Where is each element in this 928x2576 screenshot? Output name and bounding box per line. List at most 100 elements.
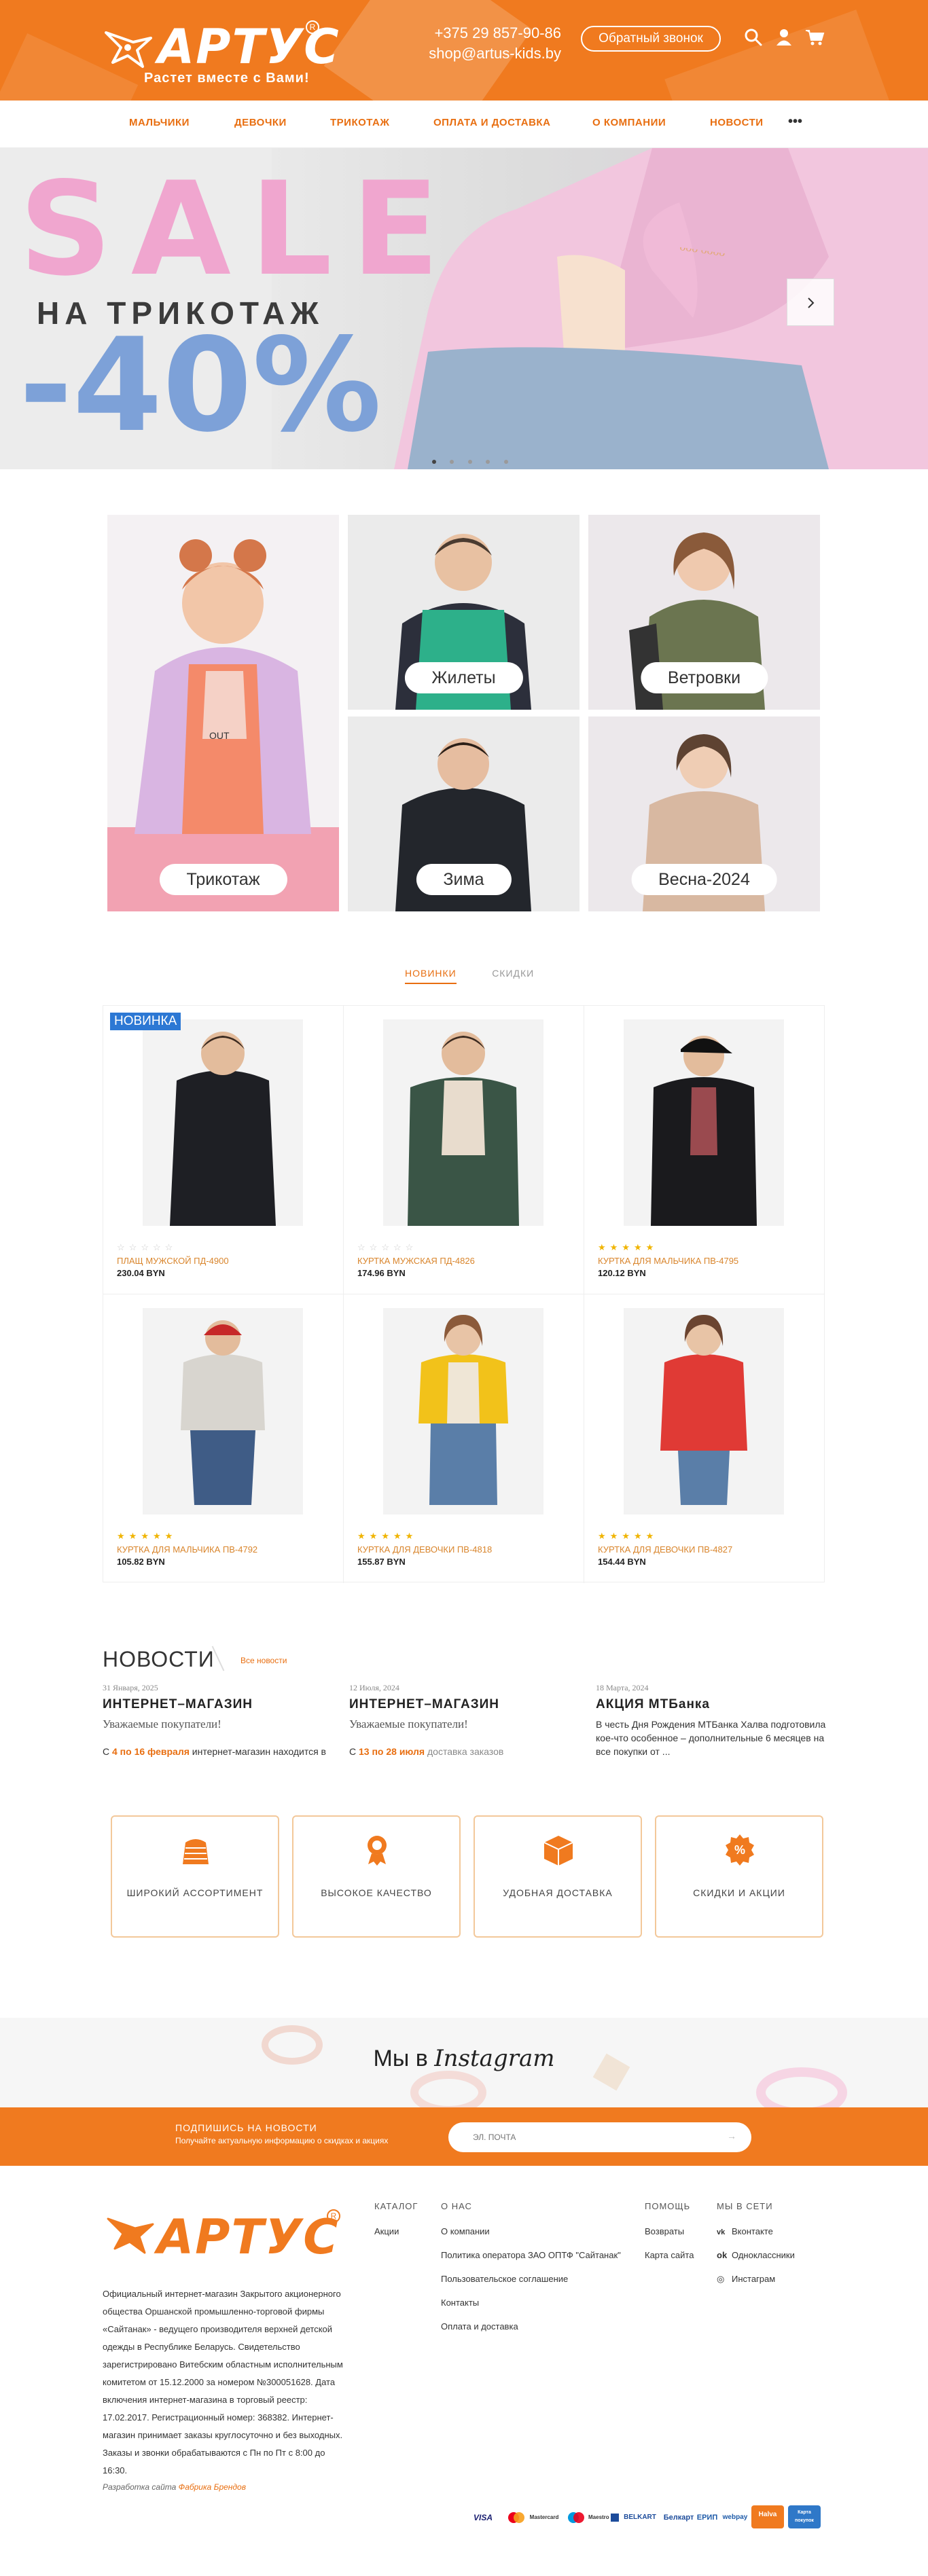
- product-price: 155.87 BYN: [357, 1557, 406, 1567]
- all-news-link[interactable]: Все новости: [240, 1656, 287, 1665]
- feature-label: УДОБНАЯ ДОСТАВКА: [503, 1887, 613, 1898]
- star-icon: ☆: [117, 1242, 129, 1252]
- star-icon: ★: [622, 1242, 634, 1252]
- star-icon: ★: [645, 1531, 658, 1541]
- footer-logo[interactable]: АРТУС R: [103, 2207, 347, 2274]
- product-card[interactable]: ★★★★★ КУРТКА ДЛЯ ДЕВОЧКИ ПВ-4827 154.44 …: [584, 1294, 825, 1583]
- star-icon: ★: [393, 1531, 406, 1541]
- product-image[interactable]: [624, 1308, 784, 1514]
- slider-dots: [427, 455, 514, 467]
- erip-logo: ЕРИП: [696, 2514, 718, 2522]
- logo-slogan: Растет вместе с Вами!: [144, 71, 310, 86]
- vk-icon: vk: [717, 2228, 726, 2236]
- footer-link[interactable]: Оплата и доставка: [441, 2321, 621, 2332]
- product-name[interactable]: КУРТКА ДЛЯ МАЛЬЧИКА ПВ-4792: [117, 1544, 257, 1555]
- nav-item-knitwear[interactable]: ТРИКОТАЖ: [330, 117, 389, 128]
- product-image[interactable]: [624, 1019, 784, 1226]
- product-card[interactable]: НОВИНКА ☆☆☆☆☆ ПЛАЩ МУЖСКОЙ ПД-4900 230.0…: [103, 1006, 344, 1294]
- footer-link[interactable]: Пользовательское соглашение: [441, 2274, 621, 2284]
- subscribe-submit-icon[interactable]: →: [727, 2130, 736, 2141]
- social-link-vk[interactable]: vk Вконтакте: [717, 2226, 795, 2236]
- social-link-instagram[interactable]: ◎ Инстаграм: [717, 2274, 795, 2285]
- product-name[interactable]: КУРТКА ДЛЯ МАЛЬЧИКА ПВ-4795: [598, 1256, 738, 1266]
- category-card-vests[interactable]: Жилеты: [348, 515, 579, 710]
- instagram-section[interactable]: Мы в Instagram: [0, 2018, 928, 2107]
- news-item[interactable]: 12 Июля, 2024 ИНТЕРНЕТ–МАГАЗИН Уважаемые…: [349, 1683, 577, 1758]
- box-icon: [543, 1836, 573, 1866]
- nav-item-payment-delivery[interactable]: ОПЛАТА И ДОСТАВКА: [433, 117, 550, 128]
- cart-icon[interactable]: [804, 27, 825, 48]
- product-name[interactable]: ПЛАЩ МУЖСКОЙ ПД-4900: [117, 1256, 229, 1266]
- news-date: 12 Июля, 2024: [349, 1683, 399, 1692]
- more-menu-icon[interactable]: •••: [788, 115, 802, 128]
- category-card-knitwear[interactable]: OUT Трикотаж: [107, 515, 339, 911]
- footer-link[interactable]: О компании: [441, 2226, 621, 2236]
- product-image[interactable]: [143, 1308, 303, 1514]
- chevron-right-icon: [808, 297, 815, 308]
- product-image[interactable]: [383, 1019, 543, 1226]
- nav-item-company[interactable]: О КОМПАНИИ: [592, 117, 666, 128]
- star-icon: ★: [357, 1531, 370, 1541]
- social-link-ok[interactable]: ok Одноклассники: [717, 2250, 795, 2260]
- feature-label: ВЫСОКОЕ КАЧЕСТВО: [321, 1887, 432, 1898]
- feature-card-discounts: % СКИДКИ И АКЦИИ: [655, 1815, 823, 1938]
- product-name[interactable]: КУРТКА ДЛЯ ДЕВОЧКИ ПВ-4818: [357, 1544, 492, 1555]
- slider-dot[interactable]: [486, 460, 490, 464]
- slider-next-button[interactable]: [787, 278, 834, 326]
- category-card-winter[interactable]: Зима: [348, 716, 579, 911]
- site-logo[interactable]: АРТУС R Растет вместе с Вами!: [103, 16, 339, 91]
- slider-dot[interactable]: [467, 460, 472, 464]
- product-tabs: НОВИНКИ СКИДКИ: [405, 968, 567, 984]
- star-icon: ☆: [152, 1242, 165, 1252]
- tab-new[interactable]: НОВИНКИ: [405, 968, 457, 984]
- product-price: 174.96 BYN: [357, 1268, 406, 1278]
- product-price: 105.82 BYN: [117, 1557, 165, 1567]
- category-card-windbreakers[interactable]: Ветровки: [588, 515, 820, 710]
- footer-link[interactable]: Акции: [374, 2226, 418, 2236]
- hero-discount: -40%: [19, 310, 382, 460]
- category-card-spring-2024[interactable]: Весна-2024: [588, 716, 820, 911]
- developer-link[interactable]: Фабрика Брендов: [179, 2482, 246, 2492]
- news-headline[interactable]: АКЦИЯ МТБанка: [596, 1697, 827, 1712]
- product-card[interactable]: ★★★★★ КУРТКА ДЛЯ ДЕВОЧКИ ПВ-4818 155.87 …: [344, 1294, 584, 1583]
- footer-link[interactable]: Карта сайта: [645, 2250, 694, 2260]
- nav-item-boys[interactable]: МАЛЬЧИКИ: [129, 117, 190, 128]
- news-item[interactable]: 18 Марта, 2024 АКЦИЯ МТБанка В честь Дня…: [596, 1683, 827, 1758]
- email-link[interactable]: shop@artus-kids.by: [418, 43, 561, 64]
- maestro-logo: [564, 2508, 588, 2527]
- product-card[interactable]: ★★★★★ КУРТКА ДЛЯ МАЛЬЧИКА ПВ-4795 120.12…: [584, 1006, 825, 1294]
- tab-sale[interactable]: СКИДКИ: [492, 968, 534, 983]
- news-item[interactable]: 31 Января, 2025 ИНТЕРНЕТ–МАГАЗИН Уважаем…: [103, 1683, 330, 1758]
- star-icon: ★: [381, 1531, 393, 1541]
- slider-dot[interactable]: [503, 460, 508, 464]
- slider-dot[interactable]: [432, 460, 436, 464]
- footer-link[interactable]: Контакты: [441, 2298, 621, 2308]
- footer-link[interactable]: Возвраты: [645, 2226, 694, 2236]
- callback-button[interactable]: Обратный звонок: [581, 26, 721, 52]
- user-icon[interactable]: [774, 27, 794, 48]
- news-text: В честь Дня Рождения МТБанка Халва подго…: [596, 1719, 826, 1757]
- search-icon[interactable]: [743, 27, 764, 48]
- nav-item-news[interactable]: НОВОСТИ: [710, 117, 764, 128]
- product-price: 230.04 BYN: [117, 1268, 165, 1278]
- news-headline[interactable]: ИНТЕРНЕТ–МАГАЗИН: [349, 1697, 577, 1712]
- footer-description: Официальный интернет-магазин Закрытого а…: [103, 2289, 343, 2475]
- email-input[interactable]: [448, 2122, 751, 2152]
- news-headline[interactable]: ИНТЕРНЕТ–МАГАЗИН: [103, 1697, 330, 1712]
- feature-card-delivery: УДОБНАЯ ДОСТАВКА: [474, 1815, 642, 1938]
- star-icon: ☆: [405, 1242, 418, 1252]
- product-card[interactable]: ★★★★★ КУРТКА ДЛЯ МАЛЬЧИКА ПВ-4792 105.82…: [103, 1294, 344, 1583]
- product-name[interactable]: КУРТКА ДЛЯ ДЕВОЧКИ ПВ-4827: [598, 1544, 732, 1555]
- news-date: 31 Января, 2025: [103, 1683, 158, 1692]
- slider-dot[interactable]: [450, 460, 454, 464]
- product-card[interactable]: ☆☆☆☆☆ КУРТКА МУЖСКАЯ ПД-4826 174.96 BYN: [344, 1006, 584, 1294]
- phone-link[interactable]: +375 29 857-90-86: [418, 23, 561, 43]
- product-name[interactable]: КУРТКА МУЖСКАЯ ПД-4826: [357, 1256, 475, 1266]
- rating-stars: ★★★★★: [357, 1531, 417, 1542]
- nav-item-girls[interactable]: ДЕВОЧКИ: [234, 117, 287, 128]
- product-image[interactable]: [143, 1019, 303, 1226]
- star-icon: ☆: [381, 1242, 393, 1252]
- feature-label: ШИРОКИЙ АССОРТИМЕНТ: [126, 1887, 264, 1898]
- footer-link[interactable]: Политика оператора ЗАО ОПТФ "Сайтанак": [441, 2250, 621, 2260]
- product-image[interactable]: [383, 1308, 543, 1514]
